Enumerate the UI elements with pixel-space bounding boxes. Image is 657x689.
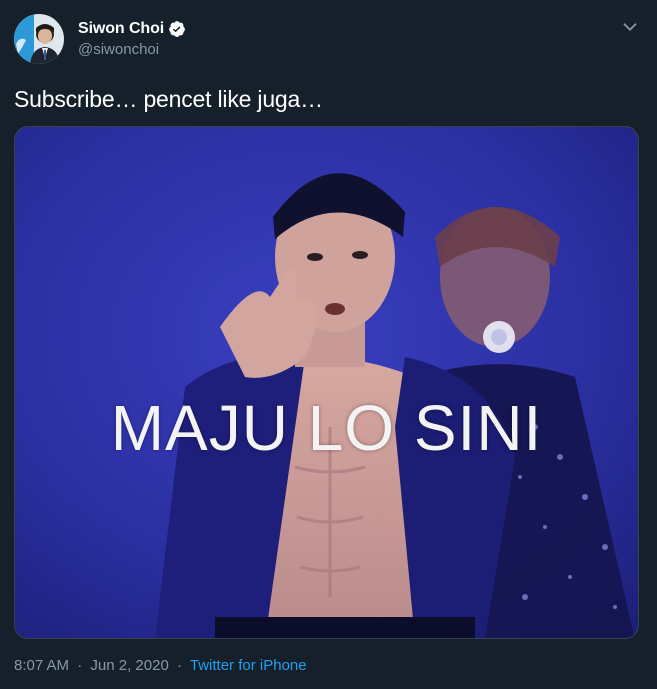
tweet-media[interactable]: MAJU LO SINI	[14, 126, 639, 639]
media-photo	[15, 127, 638, 638]
metadata-separator: ·	[77, 657, 83, 674]
tweet-author: Siwon Choi @siwonchoi	[78, 18, 186, 58]
tweet-source-link[interactable]: Twitter for iPhone	[190, 657, 307, 674]
avatar[interactable]	[14, 14, 64, 64]
tweet-metadata: 8:07 AM · Jun 2, 2020 · Twitter for iPho…	[14, 657, 307, 674]
display-name[interactable]: Siwon Choi	[78, 20, 164, 38]
media-caption: MAJU LO SINI	[110, 392, 543, 464]
chevron-down-icon[interactable]	[619, 16, 641, 38]
tweet-date[interactable]: Jun 2, 2020	[90, 657, 168, 674]
avatar-image	[14, 14, 64, 64]
verified-badge-icon	[168, 20, 186, 38]
display-name-row: Siwon Choi	[78, 18, 186, 40]
metadata-separator-2: ·	[176, 657, 182, 674]
tweet-time[interactable]: 8:07 AM	[14, 657, 69, 674]
tweet-text: Subscribe… pencet like juga…	[14, 86, 323, 112]
tweet-card: Siwon Choi @siwonchoi Subscribe… pencet …	[0, 0, 657, 689]
tweet-header: Siwon Choi @siwonchoi	[14, 14, 643, 64]
user-handle[interactable]: @siwonchoi	[78, 41, 186, 58]
